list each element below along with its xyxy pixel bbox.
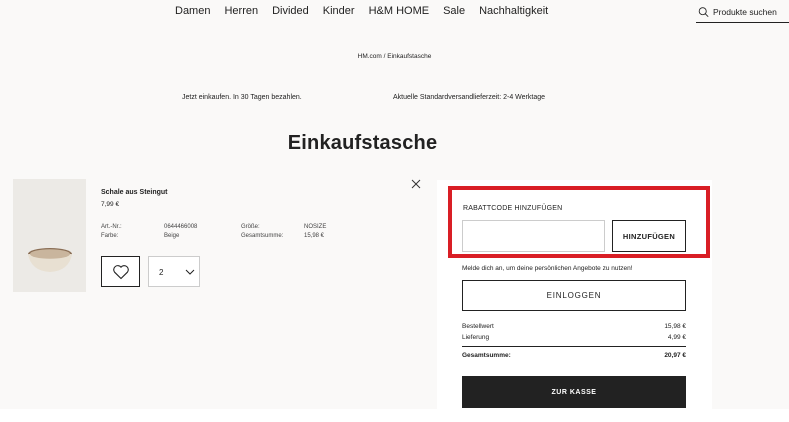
search-icon[interactable] — [698, 5, 709, 19]
promo-pay-later: Jetzt einkaufen. In 30 Tagen bezahlen. — [182, 94, 302, 101]
coupon-code-input[interactable] — [462, 220, 605, 252]
nav-item-divided[interactable]: Divided — [272, 5, 309, 17]
grand-total-value: 20,97 € — [664, 352, 686, 359]
search-box[interactable] — [696, 2, 789, 23]
promo-delivery-time: Aktuelle Standardversandlieferzeit: 2-4 … — [393, 94, 546, 101]
login-hint: Melde dich an, um deine persönlichen Ang… — [462, 265, 633, 272]
nav-item-damen[interactable]: Damen — [175, 5, 210, 17]
heart-icon — [112, 264, 129, 279]
nav-item-kinder[interactable]: Kinder — [323, 5, 355, 17]
page-title: Einkaufstasche — [287, 132, 438, 154]
item-total-label: Gesamtsumme: — [241, 233, 284, 239]
grand-total-label: Gesamtsumme: — [462, 352, 511, 359]
nav-item-sale[interactable]: Sale — [443, 5, 465, 17]
item-total-value: 15,98 € — [304, 233, 325, 239]
quantity-select[interactable]: 2 — [148, 256, 200, 287]
top-navigation: Damen Herren Divided Kinder H&M HOME Sal… — [0, 0, 789, 24]
delivery-label: Lieferung — [462, 334, 490, 341]
product-name[interactable]: Schale aus Steingut — [101, 189, 168, 196]
nav-item-herren[interactable]: Herren — [224, 5, 258, 17]
order-value-label: Bestellwert — [462, 323, 494, 330]
login-button[interactable]: EINLOGGEN — [462, 280, 686, 311]
order-value: 15,98 € — [664, 323, 686, 330]
order-value-row: Bestellwert 15,98 € — [462, 323, 686, 330]
breadcrumb[interactable]: HM.com / Einkaufstasche — [0, 53, 789, 60]
color-label: Farbe: — [101, 233, 119, 239]
checkout-button[interactable]: ZUR KASSE — [462, 376, 686, 408]
footer-strip — [0, 409, 789, 422]
quantity-value: 2 — [159, 268, 164, 277]
add-coupon-button[interactable]: HINZUFÜGEN — [612, 220, 686, 252]
favorite-button[interactable] — [101, 256, 140, 287]
nav-item-hm-home[interactable]: H&M HOME — [369, 5, 430, 17]
delivery-value: 4,99 € — [667, 334, 686, 341]
size-label: Größe: — [241, 224, 260, 230]
search-input[interactable] — [713, 7, 789, 17]
product-image[interactable] — [13, 179, 86, 292]
delivery-row: Lieferung 4,99 € — [462, 334, 686, 341]
nav-item-nachhaltigkeit[interactable]: Nachhaltigkeit — [479, 5, 548, 17]
coupon-label: RABATTCODE HINZUFÜGEN — [463, 205, 563, 212]
summary-divider — [462, 346, 686, 347]
grand-total-row: Gesamtsumme: 20,97 € — [462, 352, 686, 359]
bowl-illustration — [28, 248, 72, 272]
size-value: NOSIZE — [304, 224, 327, 230]
remove-item-icon[interactable] — [409, 177, 423, 191]
product-price: 7,99 € — [101, 201, 120, 208]
art-nr-value: 0644466008 — [164, 224, 198, 230]
art-nr-label: Art.-Nr.: — [101, 224, 122, 230]
color-value: Beige — [164, 233, 180, 239]
main-menu: Damen Herren Divided Kinder H&M HOME Sal… — [175, 5, 562, 17]
chevron-down-icon — [185, 269, 195, 275]
